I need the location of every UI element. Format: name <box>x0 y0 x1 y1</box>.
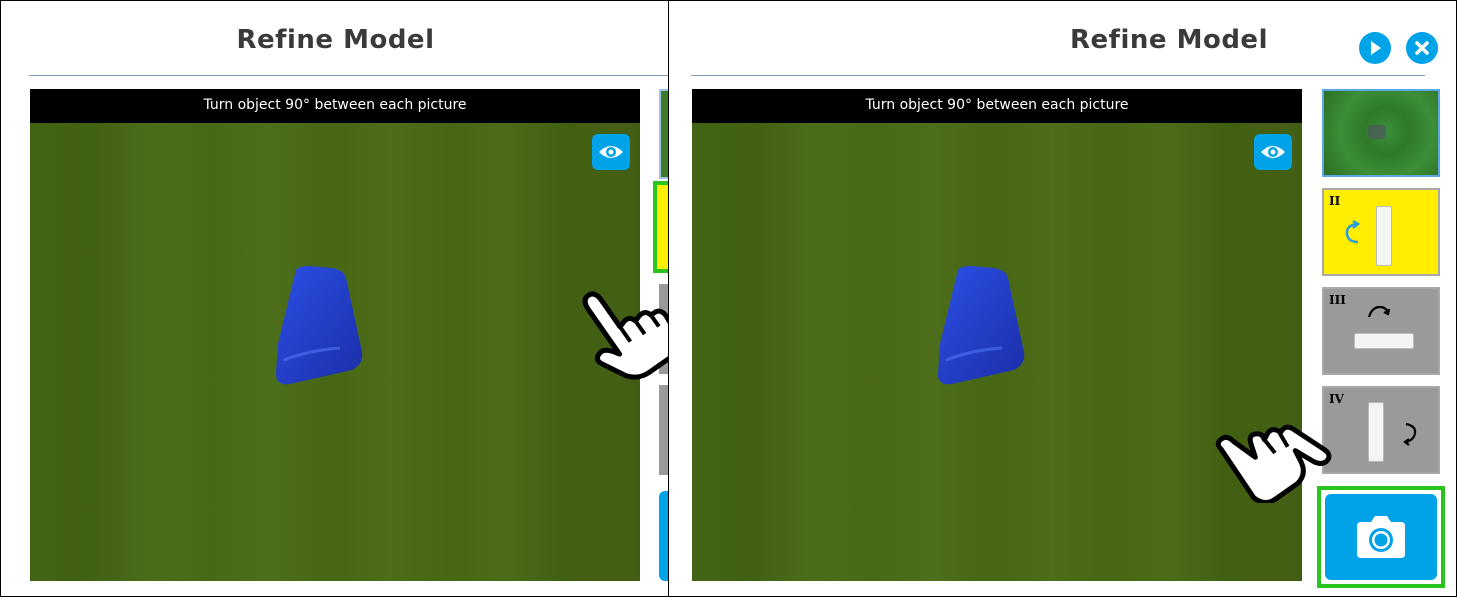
thumbnail-label: III <box>1329 293 1346 307</box>
thumbnail-2[interactable]: II <box>1322 188 1440 276</box>
page-title: Refine Model <box>1070 25 1268 55</box>
play-icon[interactable] <box>1359 32 1391 64</box>
usb-stick-image <box>1368 402 1384 462</box>
camera-icon <box>1325 494 1437 580</box>
title-divider <box>29 75 668 76</box>
thumbnail-3[interactable]: III <box>1322 287 1440 375</box>
camera-view: Turn object 90° between each picture <box>692 89 1302 581</box>
usb-stick-image <box>1376 206 1392 266</box>
thumbnail-label: II <box>1329 194 1341 208</box>
refine-model-panel-right: Refine Model Turn object 90° between eac… <box>668 0 1457 597</box>
thumbnail-1[interactable] <box>1322 89 1440 177</box>
rotate-arrow-icon <box>1345 220 1361 244</box>
pointing-hand-icon <box>582 291 668 380</box>
refine-model-panel-left: Refine Model Turn object 90° between eac… <box>0 0 669 597</box>
page-title: Refine Model <box>236 25 435 55</box>
camera-view: Turn object 90° between each picture <box>30 89 640 581</box>
eye-icon[interactable] <box>1254 134 1292 170</box>
object-image <box>276 266 363 385</box>
rotate-arrow-icon <box>1403 422 1417 446</box>
object-image <box>938 266 1025 385</box>
thumbnail-4[interactable]: IV <box>1322 386 1440 474</box>
pointing-hand-icon <box>1215 424 1332 503</box>
title-divider <box>691 75 1425 76</box>
instruction-banner: Turn object 90° between each picture <box>30 89 640 123</box>
instruction-banner: Turn object 90° between each picture <box>692 89 1302 123</box>
eye-icon[interactable] <box>592 134 630 170</box>
rotate-arrow-icon <box>1367 305 1390 318</box>
usb-stick-image <box>1354 333 1414 349</box>
close-icon[interactable] <box>1406 32 1438 64</box>
take-picture-button[interactable] <box>1317 486 1445 588</box>
thumbnail-object <box>1368 125 1386 139</box>
thumbnail-2-highlighted[interactable] <box>653 181 668 273</box>
